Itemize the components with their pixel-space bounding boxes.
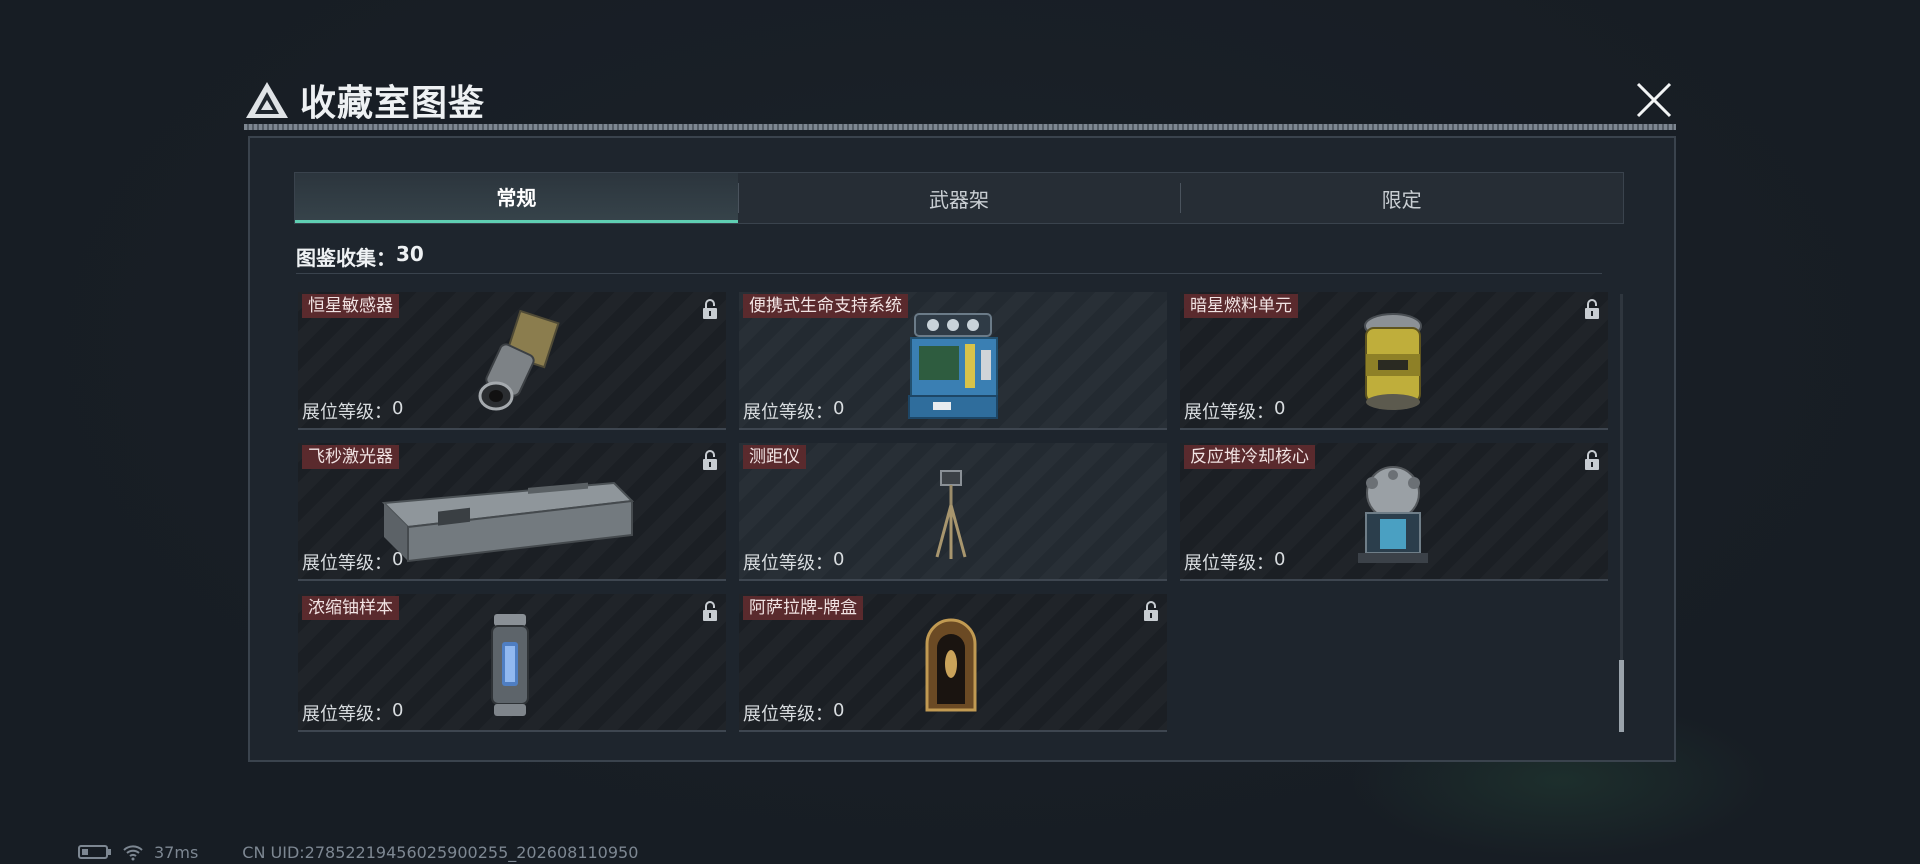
display-level: 展位等级： 0 (302, 398, 403, 424)
tab-regular[interactable]: 常规 (295, 173, 738, 223)
display-level-label: 展位等级： (743, 704, 833, 725)
page-title: 收藏室图鉴 (300, 83, 486, 124)
item-card[interactable]: 阿萨拉牌-牌盒 展位等级： 0 (739, 594, 1167, 732)
collection-count-label: 图鉴收集： (296, 246, 396, 270)
display-level: 展位等级： 0 (743, 549, 844, 575)
life-support-system-icon (908, 313, 998, 419)
ping-value: 37ms (154, 842, 199, 862)
tab-limited[interactable]: 限定 (1180, 173, 1623, 223)
item-name: 反应堆冷却核心 (1184, 445, 1315, 469)
display-level: 展位等级： 0 (302, 700, 403, 726)
item-name: 浓缩铀样本 (302, 596, 399, 620)
collection-count: 图鉴收集： 30 (296, 242, 424, 271)
display-level-label: 展位等级： (302, 553, 392, 574)
display-level-value: 0 (833, 700, 845, 721)
close-icon[interactable] (1630, 76, 1678, 124)
display-level-value: 0 (392, 398, 404, 419)
lock-icon (1144, 601, 1158, 621)
user-uid: CN UID:278522194560259002​55_20260811095… (242, 842, 639, 862)
lock-icon (703, 601, 717, 621)
battery-icon (78, 845, 111, 859)
window-header: 收藏室图鉴 (244, 70, 485, 130)
item-name: 恒星敏感器 (302, 294, 399, 318)
display-level-value: 0 (833, 549, 845, 570)
category-tabs: 常规 武器架 限定 (294, 172, 1624, 224)
display-level-value: 0 (833, 398, 845, 419)
item-name: 便携式生命支持系统 (743, 294, 908, 318)
triangle-a-logo-icon (246, 82, 288, 118)
lock-icon (703, 450, 717, 470)
lock-icon (703, 299, 717, 319)
display-level-label: 展位等级： (302, 704, 392, 725)
dark-star-fuel-cell-icon (1364, 313, 1422, 410)
display-level-label: 展位等级： (302, 402, 392, 423)
display-level-label: 展位等级： (743, 553, 833, 574)
status-bar: 37ms CN UID:278522194560259002​55_202608… (78, 842, 638, 862)
display-level-value: 0 (1274, 398, 1286, 419)
item-card[interactable]: 恒星敏感器 展位等级： 0 (298, 292, 726, 430)
display-level-label: 展位等级： (743, 402, 833, 423)
collection-count-value: 30 (396, 242, 424, 266)
display-level: 展位等级： 0 (1184, 549, 1285, 575)
item-card[interactable]: 反应堆冷却核心 展位等级： 0 (1180, 443, 1608, 581)
display-level-value: 0 (1274, 549, 1286, 570)
display-level-label: 展位等级： (1184, 553, 1274, 574)
item-name: 阿萨拉牌-牌盒 (743, 596, 864, 620)
lock-icon (1585, 450, 1599, 470)
star-sensor-icon (478, 310, 560, 411)
lock-icon (1585, 299, 1599, 319)
item-card[interactable]: 浓缩铀样本 展位等级： 0 (298, 594, 726, 732)
item-card[interactable]: 飞秒激光器 展位等级： 0 (298, 443, 726, 581)
display-level: 展位等级： 0 (1184, 398, 1285, 424)
item-card[interactable]: 测距仪 展位等级： 0 (739, 443, 1167, 581)
tab-weapon-rack[interactable]: 武器架 (737, 173, 1181, 223)
rangefinder-icon (935, 470, 967, 559)
display-level-label: 展位等级： (1184, 402, 1274, 423)
header-divider (244, 124, 1676, 130)
item-card[interactable]: 暗星燃料单元 展位等级： 0 (1180, 292, 1608, 430)
scrollbar-thumb[interactable] (1619, 660, 1624, 732)
item-name: 测距仪 (743, 445, 806, 469)
femtosecond-laser-icon (381, 481, 635, 563)
collection-divider (296, 273, 1602, 274)
display-level-value: 0 (392, 700, 404, 721)
wifi-icon (123, 845, 143, 861)
display-level: 展位等级： 0 (743, 398, 844, 424)
enriched-uranium-sample-icon (491, 614, 529, 716)
display-level-value: 0 (392, 549, 404, 570)
item-card[interactable]: 便携式生命支持系统 展位等级： 0 (739, 292, 1167, 430)
display-level: 展位等级： 0 (302, 549, 403, 575)
reactor-cooling-core-icon (1358, 466, 1428, 563)
display-level: 展位等级： 0 (743, 700, 844, 726)
card-box-icon (925, 618, 977, 712)
item-name: 暗星燃料单元 (1184, 294, 1298, 318)
